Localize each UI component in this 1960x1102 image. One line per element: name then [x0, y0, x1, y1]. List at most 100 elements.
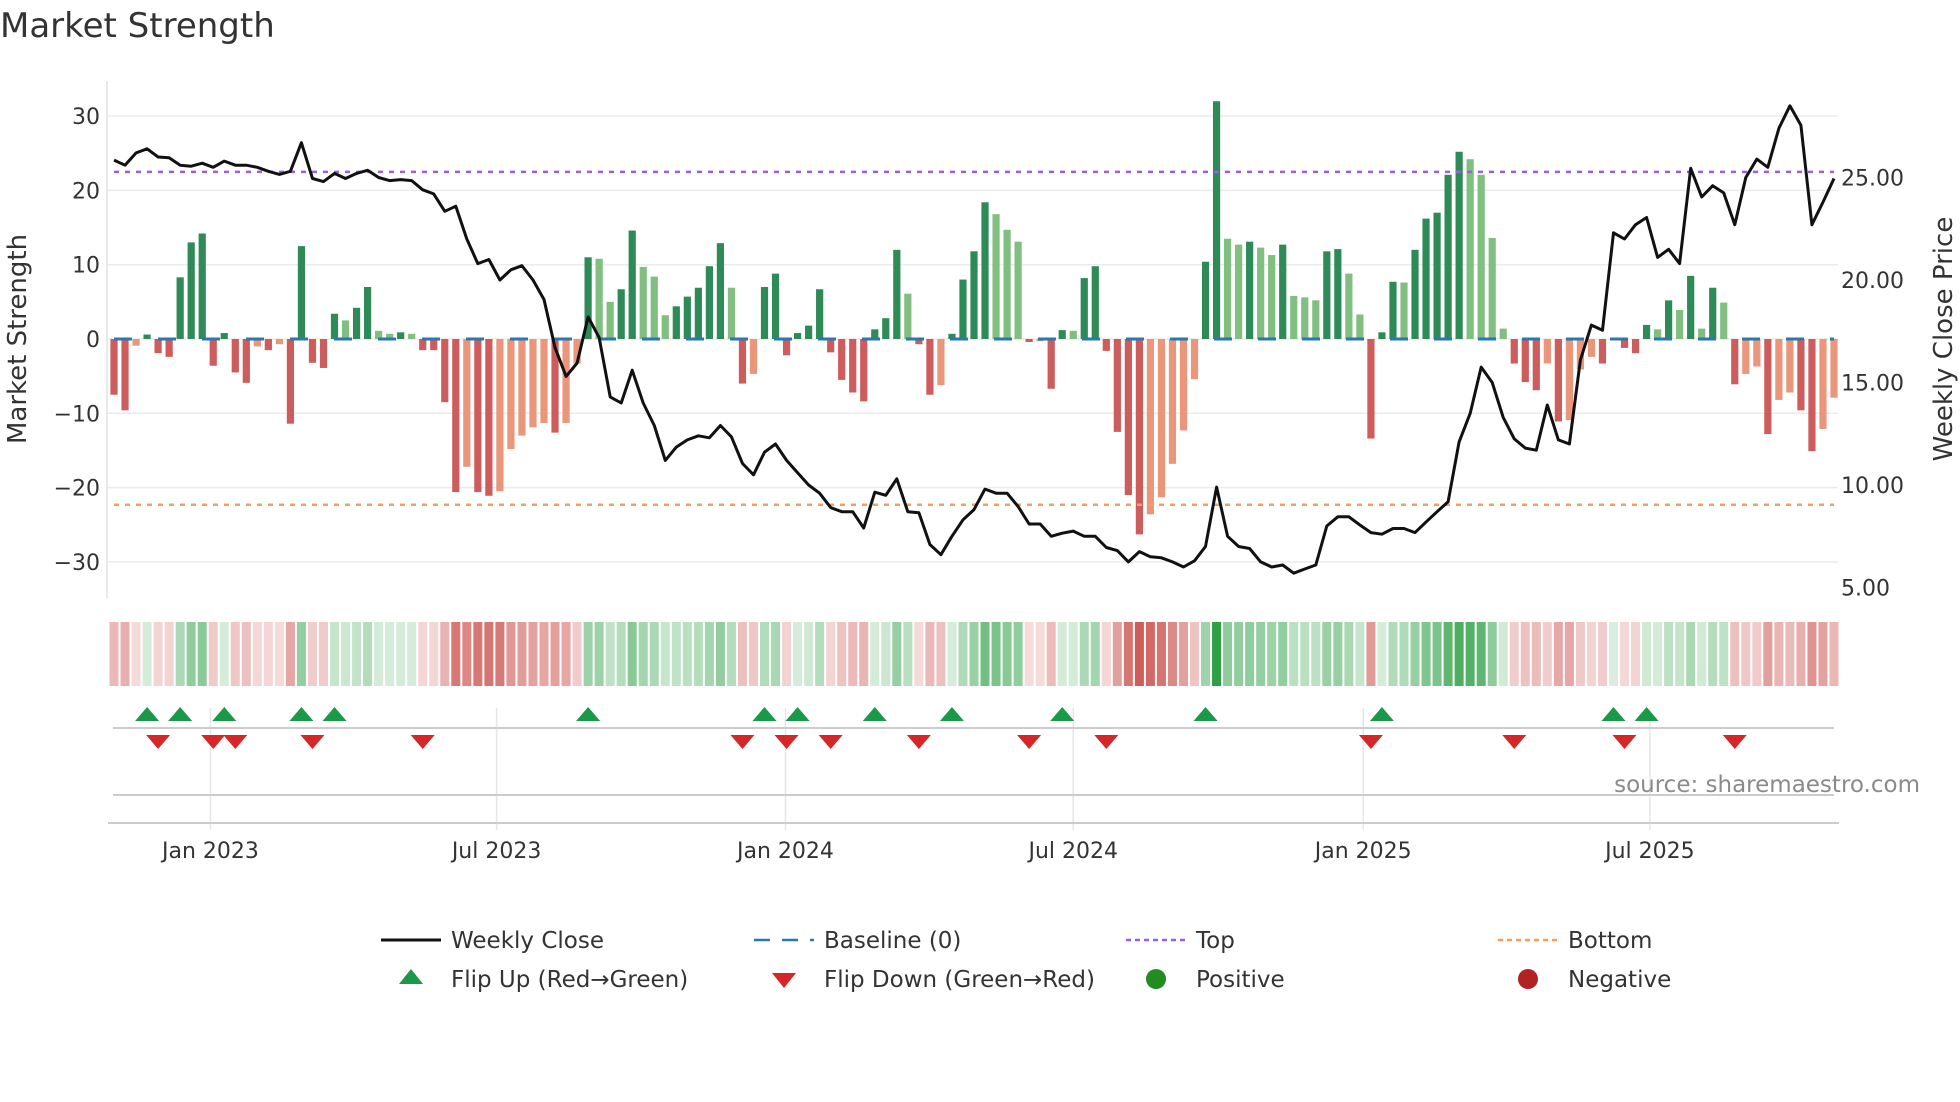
heatmap-cell	[870, 622, 880, 686]
strength-bar-positive	[1223, 238, 1232, 339]
flip-down-marker	[223, 735, 248, 749]
strength-bar-positive	[816, 289, 824, 339]
heatmap-cell	[826, 622, 836, 686]
flip-up-marker	[135, 707, 160, 721]
legend-negative-icon	[1518, 969, 1538, 989]
strength-bar-negative	[926, 339, 934, 395]
strength-bar-positive	[970, 251, 978, 339]
flip-down-marker	[410, 735, 435, 749]
y-axis-label-right: Weekly Close Price	[1929, 217, 1959, 462]
strength-bar-negative	[518, 339, 526, 436]
y-axis-label-left: Market Strength	[3, 234, 33, 444]
strength-bar-negative	[1510, 339, 1518, 364]
strength-bar-positive	[882, 318, 890, 339]
heatmap-cell	[594, 622, 604, 686]
heatmap-cell	[1245, 622, 1255, 686]
heatmap-cell	[1212, 622, 1222, 686]
heatmap-cell	[484, 622, 494, 686]
x-tick-label: Jul 2023	[450, 839, 542, 864]
strength-bar-positive	[198, 233, 206, 339]
strength-bar-negative	[749, 339, 758, 374]
strength-bar-positive	[1698, 328, 1706, 339]
heatmap-cell	[605, 622, 615, 686]
strength-bar-negative	[1102, 339, 1110, 351]
strength-bar-positive	[1433, 212, 1441, 339]
heatmap-cell	[726, 622, 736, 686]
strength-bar-positive	[805, 325, 813, 339]
heatmap-cell	[1355, 622, 1365, 686]
strength-bar-negative	[1367, 339, 1375, 439]
heatmap-cell	[495, 622, 505, 686]
strength-bar-positive	[1058, 330, 1066, 339]
heatmap-cell	[285, 622, 295, 686]
strength-bar-negative	[827, 339, 835, 353]
y-tick-label: 20	[72, 179, 100, 204]
flip-up-marker	[1369, 707, 1394, 721]
y-tick-label: −10	[54, 402, 100, 427]
heatmap-cell	[1620, 622, 1630, 686]
strength-bar-positive	[1301, 297, 1309, 339]
strength-bar-negative	[264, 339, 272, 351]
strength-bar-positive	[1279, 244, 1287, 339]
strength-bar-positive	[617, 289, 625, 339]
strength-bar-negative	[132, 339, 140, 346]
heatmap-cell	[120, 622, 130, 686]
heatmap-cell	[318, 622, 328, 686]
heatmap-cell	[1586, 622, 1596, 686]
heatmap-cell	[1542, 622, 1552, 686]
heatmap-cell	[1708, 622, 1718, 686]
strength-bar-positive	[904, 293, 912, 339]
heatmap-cell	[1796, 622, 1806, 686]
flip-up-marker	[576, 707, 601, 721]
heatmap-cell	[704, 622, 714, 686]
heatmap-cell	[815, 622, 825, 686]
heatmap-cell	[1741, 622, 1751, 686]
heatmap-cell	[230, 622, 240, 686]
strength-bar-positive	[1444, 174, 1452, 339]
heatmap-cell	[1575, 622, 1585, 686]
legend-item-bottom: Bottom	[1498, 928, 1652, 954]
heatmap-cell	[1465, 622, 1475, 686]
x-tick-label: Jan 2023	[160, 839, 259, 864]
heatmap-cell	[186, 622, 196, 686]
heatmap-cell	[793, 622, 803, 686]
heatmap-cell	[1399, 622, 1409, 686]
legend-item-baseline: Baseline (0)	[754, 928, 961, 954]
heatmap-cell	[837, 622, 847, 686]
heatmap-cell	[1134, 622, 1144, 686]
strength-bar-positive	[1356, 314, 1364, 339]
strength-bar-negative	[286, 339, 295, 424]
heatmap-cell	[1145, 622, 1155, 686]
strength-bar-negative	[419, 339, 427, 351]
heatmap-cell	[517, 622, 527, 686]
heatmap-cell	[363, 622, 373, 686]
heatmap-cell	[528, 622, 538, 686]
heatmap-cell	[440, 622, 450, 686]
strength-bar-positive	[1477, 174, 1485, 339]
x-tick-label: Jul 2024	[1026, 839, 1118, 864]
strength-bar-positive	[408, 333, 416, 339]
heatmap-cell	[1256, 622, 1266, 686]
heatmap-cell	[1057, 622, 1067, 686]
strength-bar-negative	[1554, 339, 1562, 422]
heatmap-cell	[1553, 622, 1563, 686]
flip-up-marker	[1601, 707, 1626, 721]
heatmap-cell	[1046, 622, 1056, 686]
strength-bar-positive	[1720, 302, 1728, 339]
flip-down-marker	[774, 735, 799, 749]
strength-bar-positive	[1642, 324, 1651, 339]
heatmap-cell	[848, 622, 858, 686]
y-tick-label: 30	[72, 105, 100, 130]
strength-bar-positive	[959, 279, 967, 339]
strength-bar-positive	[297, 246, 306, 339]
flip-down-marker	[818, 735, 843, 749]
strength-bar-positive	[992, 214, 1000, 339]
heatmap-cell	[1421, 622, 1431, 686]
y2-tick-label: 25.00	[1841, 167, 1904, 192]
legend-label: Flip Up (Red→Green)	[451, 967, 688, 993]
strength-bar-negative	[1742, 339, 1750, 374]
flip-down-marker	[1612, 735, 1637, 749]
heatmap-cell	[1675, 622, 1685, 686]
heatmap-cell	[1597, 622, 1607, 686]
heatmap-cell	[1608, 622, 1618, 686]
